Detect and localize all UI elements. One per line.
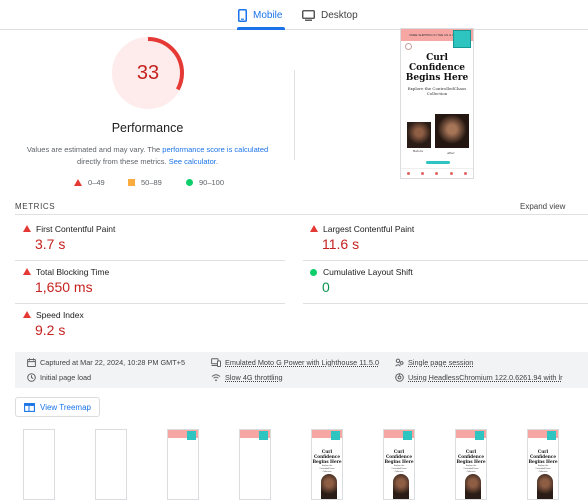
preview-cta xyxy=(426,161,450,164)
average-square-icon xyxy=(128,179,135,186)
preview-photos: Before After xyxy=(405,114,471,156)
filmstrip-frame: Curl Confidence Begins Here Explore the … xyxy=(383,429,415,500)
metric-name: Largest Contentful Paint xyxy=(323,224,415,234)
preview-subtitle: Explore the ControlledChaos Collection xyxy=(407,86,467,96)
final-screenshot[interactable]: FREE SHIPPING IN THE US & CANADA Curl Co… xyxy=(400,28,474,179)
fail-triangle-icon xyxy=(74,179,82,186)
preview-logo xyxy=(405,42,412,50)
filmstrip-frame: Curl Confidence Begins Here Explore the … xyxy=(311,429,343,500)
preview-teal-badge xyxy=(453,30,471,48)
session-type[interactable]: Single page session xyxy=(395,358,473,367)
section-divider xyxy=(294,70,295,160)
active-tab-indicator xyxy=(237,27,285,30)
captured-at-text: Captured at Mar 22, 2024, 10:28 PM GMT+5 xyxy=(40,358,186,367)
captured-at: Captured at Mar 22, 2024, 10:28 PM GMT+5 xyxy=(27,358,185,367)
pass-circle-icon xyxy=(310,269,317,276)
filmstrip-subtitle: Explore the ControlledChaos Collection xyxy=(463,465,479,473)
filmstrip-subtitle: Explore the ControlledChaos Collection xyxy=(391,465,407,473)
performance-title: Performance xyxy=(111,121,184,135)
legend-fail-label: 0–49 xyxy=(88,178,105,187)
after-caption: After xyxy=(447,151,455,155)
session-type-text: Single page session xyxy=(408,358,474,367)
performance-description: Values are estimated and may vary. The p… xyxy=(20,144,275,168)
tab-desktop-label: Desktop xyxy=(321,9,358,21)
filmstrip-headline: Curl Confidence Begins Here xyxy=(456,449,486,464)
initial-page-load: Initial page load xyxy=(27,373,91,382)
legend-pass-label: 90–100 xyxy=(199,178,225,187)
before-photo xyxy=(407,122,431,148)
browser-icon xyxy=(395,373,404,382)
phone-icon xyxy=(238,8,247,22)
metric-value: 11.6 s xyxy=(322,236,360,252)
filmstrip-frame-banner xyxy=(167,429,199,500)
tab-mobile-label: Mobile xyxy=(253,9,283,21)
clock-icon xyxy=(27,373,36,382)
network-throttling[interactable]: Slow 4G throttling xyxy=(211,373,283,382)
after-photo xyxy=(435,114,469,148)
metrics-divider-top xyxy=(15,214,588,215)
legend-fail: 0–49 xyxy=(74,178,105,187)
filmstrip-frame-blank xyxy=(95,429,127,500)
metric-value: 9.2 s xyxy=(35,322,66,338)
fail-triangle-icon xyxy=(310,225,318,232)
desc-text-3: . xyxy=(215,157,218,166)
tab-desktop[interactable]: Desktop xyxy=(302,0,358,30)
filmstrip-frame-blank xyxy=(23,429,55,500)
wifi-icon xyxy=(211,374,221,382)
metric-divider xyxy=(15,260,285,261)
before-caption: Before xyxy=(413,149,424,153)
legend-average-label: 50–89 xyxy=(141,178,162,187)
metric-divider xyxy=(303,303,588,304)
metrics-heading: METRICS xyxy=(15,202,56,211)
filmstrip-frame-banner xyxy=(239,429,271,500)
filmstrip-frame: Curl Confidence Begins Here Explore the … xyxy=(455,429,487,500)
emulated-device[interactable]: Emulated Moto G Power with Lighthouse 11… xyxy=(211,358,379,367)
preview-headline: Curl Confidence Begins Here xyxy=(405,53,469,83)
tab-mobile[interactable]: Mobile xyxy=(238,0,282,30)
filmstrip-frame: Curl Confidence Begins Here Explore the … xyxy=(527,429,559,500)
filmstrip-headline: Curl Confidence Begins Here xyxy=(528,449,558,464)
metric-value: 3.7 s xyxy=(35,236,66,252)
performance-score-value: 33 xyxy=(136,61,160,84)
report-tabs: Mobile Desktop xyxy=(0,0,588,30)
browser-version-text: Using HeadlessChromium 122.0.6261.94 wit… xyxy=(408,373,563,382)
metric-divider xyxy=(303,260,588,261)
filmstrip-subtitle: Explore the ControlledChaos Collection xyxy=(319,465,335,473)
fail-triangle-icon xyxy=(23,268,31,275)
metric-name: First Contentful Paint xyxy=(36,224,116,234)
pass-circle-icon xyxy=(186,179,193,186)
metric-name: Cumulative Layout Shift xyxy=(323,267,413,277)
metric-divider xyxy=(15,303,285,304)
metric-name: Total Blocking Time xyxy=(36,267,110,277)
expand-view-link[interactable]: Expand view xyxy=(520,202,565,211)
monitor-icon xyxy=(302,9,315,21)
fail-triangle-icon xyxy=(23,225,31,232)
browser-version[interactable]: Using HeadlessChromium 122.0.6261.94 wit… xyxy=(395,373,563,382)
metric-value: 0 xyxy=(322,279,330,295)
runtime-settings-panel: Captured at Mar 22, 2024, 10:28 PM GMT+5… xyxy=(15,352,588,388)
metric-value: 1,650 ms xyxy=(35,279,93,295)
desc-text-1: Values are estimated and may vary. The xyxy=(26,145,163,154)
see-calculator-link[interactable]: See calculator xyxy=(169,157,216,166)
emulated-device-text: Emulated Moto G Power with Lighthouse 11… xyxy=(225,358,379,367)
filmstrip-headline: Curl Confidence Begins Here xyxy=(312,449,342,464)
view-treemap-button[interactable]: View Treemap xyxy=(15,397,100,417)
calendar-icon xyxy=(27,358,36,367)
desc-text-2: directly from these metrics. xyxy=(77,157,169,166)
view-treemap-label: View Treemap xyxy=(40,402,91,412)
people-icon xyxy=(395,358,404,367)
metric-name: Speed Index xyxy=(36,310,84,320)
treemap-icon xyxy=(24,402,35,412)
legend-average: 50–89 xyxy=(128,178,162,187)
filmstrip-headline: Curl Confidence Begins Here xyxy=(384,449,414,464)
network-throttling-text: Slow 4G throttling xyxy=(225,373,283,382)
score-calculated-link[interactable]: performance score is calculated xyxy=(162,145,268,154)
initial-page-load-text: Initial page load xyxy=(40,373,92,382)
legend-pass: 90–100 xyxy=(186,178,224,187)
filmstrip-subtitle: Explore the ControlledChaos Collection xyxy=(535,465,551,473)
preview-bottom-nav xyxy=(401,168,473,178)
devices-icon xyxy=(211,358,221,367)
fail-triangle-icon xyxy=(23,311,31,318)
